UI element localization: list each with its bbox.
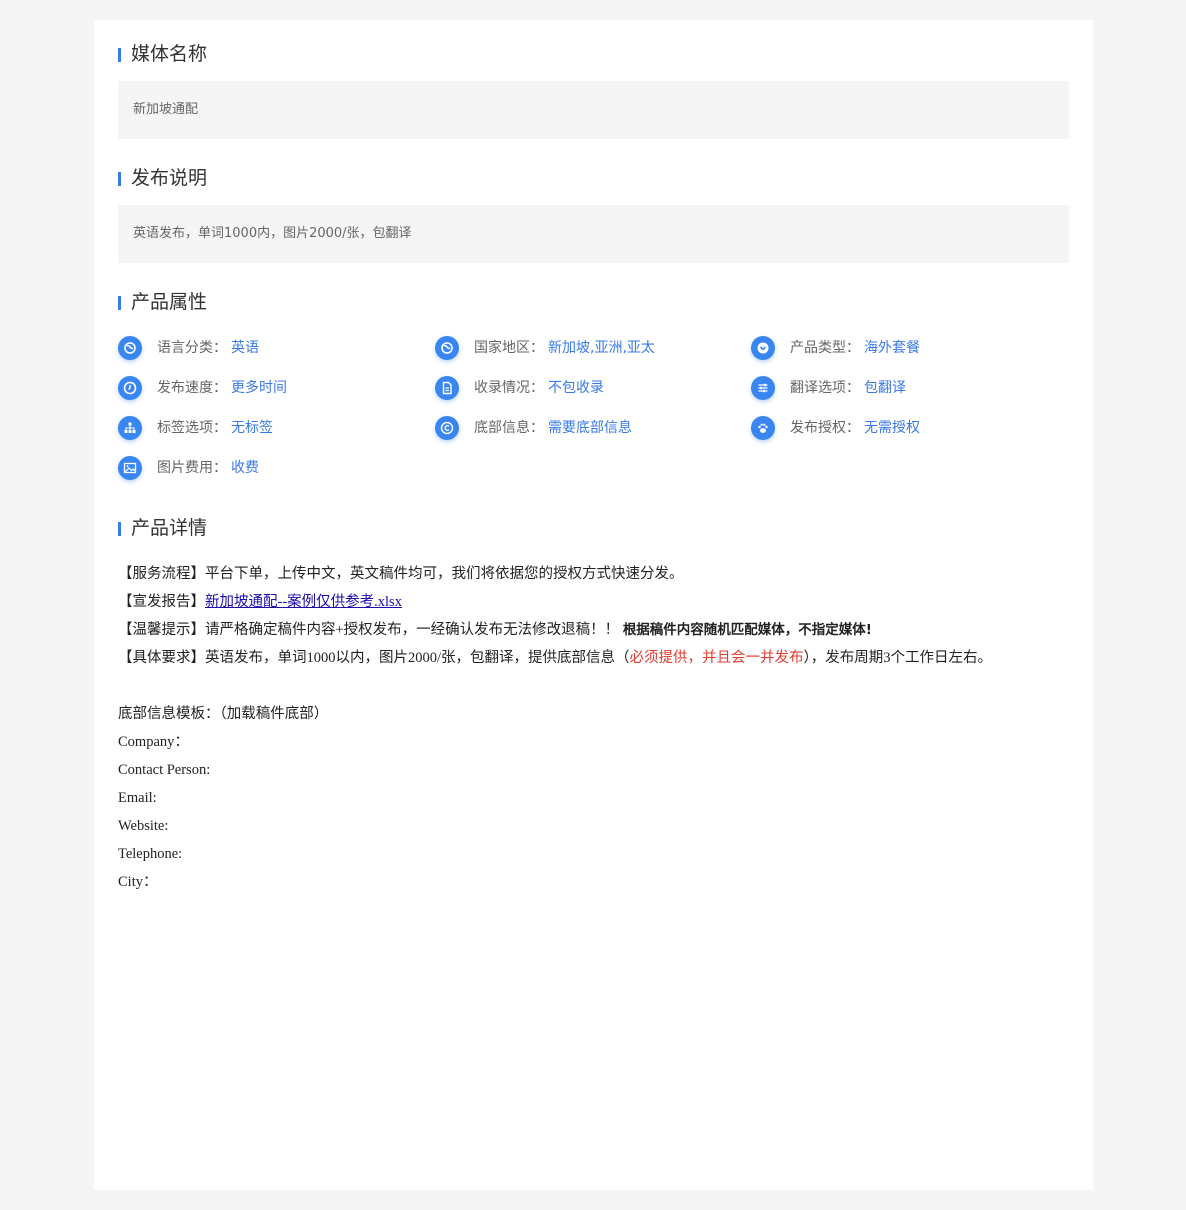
attr-value: 包翻译 — [864, 380, 906, 396]
template-field-city: City： — [118, 874, 158, 890]
detail-bold-warning: 根据稿件内容随机匹配媒体，不指定媒体! — [622, 622, 872, 638]
attr-label: 发布速度： — [157, 380, 227, 396]
publish-note-value: 英语发布，单词1000内，图片2000/张，包翻译 — [118, 205, 1069, 263]
attr-label: 国家地区： — [474, 340, 544, 356]
image-icon — [118, 456, 142, 480]
template-field-email: Email: — [118, 790, 157, 806]
template-field-company: Company： — [118, 734, 189, 750]
product-details-body: 【服务流程】平台下单，上传中文，英文稿件均可，我们将依据您的授权方式快速分发。 … — [118, 560, 1069, 896]
attr-label: 翻译选项： — [790, 380, 860, 396]
attr-value: 无标签 — [231, 420, 273, 436]
attr-label: 标签选项： — [157, 420, 227, 436]
attr-label: 语言分类： — [157, 340, 227, 356]
sliders-icon — [751, 376, 775, 400]
detail-report: 【宣发报告】新加坡通配--案例仅供参考.xlsx — [118, 588, 1069, 616]
section-title-product-attrs: 产品属性 — [118, 289, 207, 315]
attr-value: 不包收录 — [548, 380, 604, 396]
attr-label: 发布授权： — [790, 420, 860, 436]
paw-icon — [751, 416, 775, 440]
attr-value: 无需授权 — [864, 420, 920, 436]
chevron-down-icon — [751, 336, 775, 360]
template-field-contact: Contact Person: — [118, 762, 211, 778]
detail-service: 【服务流程】平台下单，上传中文，英文稿件均可，我们将依据您的授权方式快速分发。 — [118, 560, 1069, 588]
attr-value: 需要底部信息 — [548, 420, 632, 436]
detail-tip: 【温馨提示】请严格确定稿件内容+授权发布，一经确认发布无法修改退稿！！ 根据稿件… — [118, 616, 1069, 644]
clock-icon — [118, 376, 142, 400]
detail-label: 【具体要求】 — [118, 650, 205, 666]
sitemap-icon — [118, 416, 142, 440]
attr-value: 英语 — [231, 340, 259, 356]
detail-text: 请严格确定稿件内容+授权发布，一经确认发布无法修改退稿！！ — [205, 622, 620, 638]
section-title-product-details: 产品详情 — [118, 515, 207, 541]
document-icon — [435, 376, 459, 400]
template-title: 底部信息模板：（加载稿件底部） — [118, 706, 329, 722]
copyright-icon — [435, 416, 459, 440]
attr-value: 新加坡,亚洲,亚太 — [548, 340, 655, 356]
globe-icon — [118, 336, 142, 360]
detail-requirements: 【具体要求】英语发布，单词1000以内，图片2000/张，包翻译，提供底部信息（… — [118, 644, 1069, 672]
attr-value: 收费 — [231, 460, 259, 476]
detail-label: 【服务流程】 — [118, 566, 205, 582]
template-field-telephone: Telephone: — [118, 846, 183, 862]
template-field-website: Website: — [118, 818, 169, 834]
attr-value: 更多时间 — [231, 380, 287, 396]
detail-text: 平台下单，上传中文，英文稿件均可，我们将依据您的授权方式快速分发。 — [205, 566, 684, 582]
detail-label: 【温馨提示】 — [118, 622, 205, 638]
attr-label: 底部信息： — [474, 420, 544, 436]
section-title-media-name: 媒体名称 — [118, 41, 207, 67]
attr-label: 收录情况： — [474, 380, 544, 396]
attr-value: 海外套餐 — [864, 340, 920, 356]
detail-text: ），发布周期3个工作日左右。 — [803, 650, 993, 666]
detail-text: 英语发布，单词1000以内，图片2000/张，包翻译，提供底部信息（ — [205, 650, 630, 666]
section-title-publish-note: 发布说明 — [118, 165, 207, 191]
report-download-link[interactable]: 新加坡通配--案例仅供参考.xlsx — [205, 594, 402, 610]
media-name-value: 新加坡通配 — [118, 81, 1069, 139]
attr-label: 图片费用： — [157, 460, 227, 476]
detail-red-note: 必须提供，并且会一并发布 — [629, 650, 804, 666]
detail-label: 【宣发报告】 — [118, 594, 205, 610]
attr-label: 产品类型： — [790, 340, 860, 356]
globe-icon — [435, 336, 459, 360]
content-card: 媒体名称 新加坡通配 发布说明 英语发布，单词1000内，图片2000/张，包翻… — [94, 20, 1093, 1190]
